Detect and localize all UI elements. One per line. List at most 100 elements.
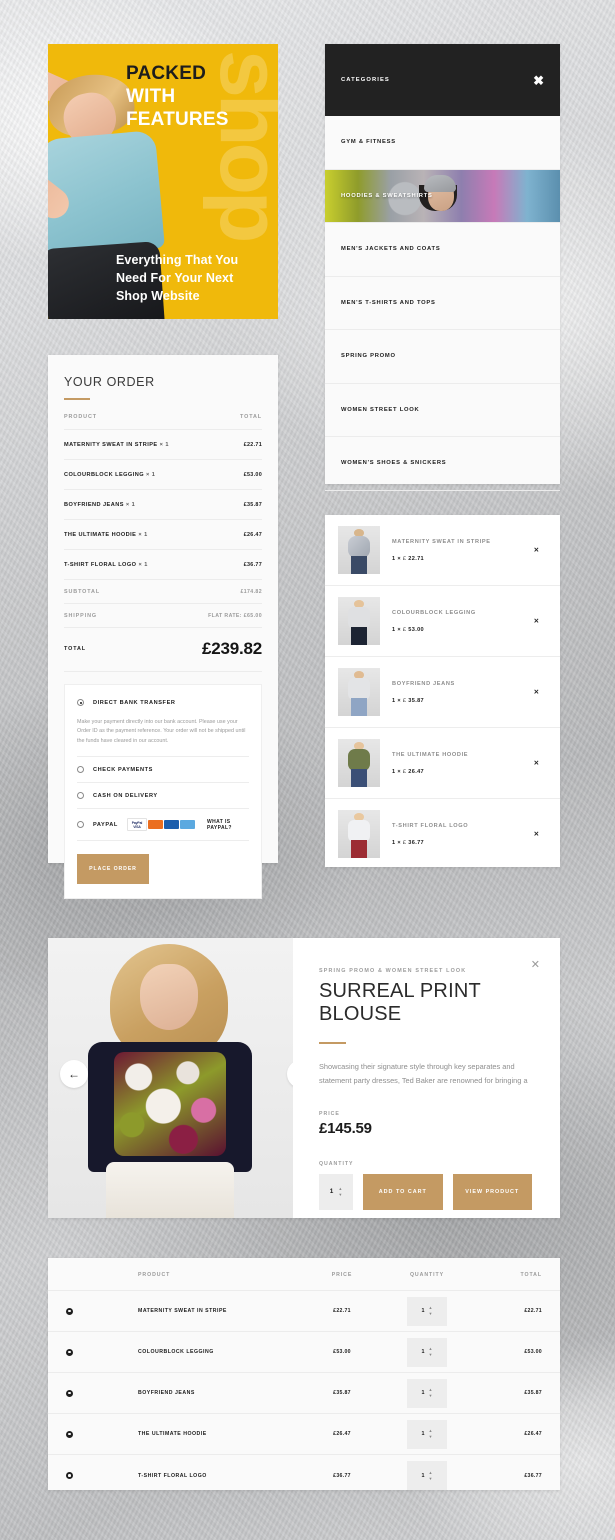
mini-cart-item-info: COLOURBLOCK LEGGING 1 × £ 53.00 xyxy=(390,610,524,633)
place-order-button[interactable]: PLACE ORDER xyxy=(77,854,149,885)
row-quantity-stepper[interactable]: 1 ▲ ▼ xyxy=(407,1296,447,1326)
hero-headline: PACKED WITH FEATURES xyxy=(126,62,266,132)
radio-check-payments[interactable] xyxy=(77,766,84,774)
row-quantity-spinner-icon[interactable]: ▲ ▼ xyxy=(429,1306,433,1316)
hero-line-3: FEATURES xyxy=(126,109,229,131)
remove-item-icon[interactable]: ✕ xyxy=(534,759,547,767)
category-item[interactable]: SPRING PROMO xyxy=(325,330,560,384)
slider-prev-arrow-icon[interactable]: ← xyxy=(60,1060,88,1088)
category-item[interactable]: MEN'S T-SHIRTS AND TOPS xyxy=(325,277,560,330)
order-shipping-row: SHIPPING FLAT RATE: £65.00 xyxy=(64,604,262,628)
payment-option-cod[interactable]: CASH ON DELIVERY xyxy=(77,783,249,810)
mini-cart-item: MATERNITY SWEAT IN STRIPE 1 × £ 22.71 ✕ xyxy=(325,515,560,586)
category-item[interactable]: HOODIES & SWEATSHIRTS xyxy=(325,169,560,223)
category-item[interactable]: GYM & FITNESS xyxy=(325,116,560,170)
mini-cart-item: THE ULTIMATE HOODIE 1 × £ 26.47 ✕ xyxy=(325,728,560,799)
payment-option-check[interactable]: CHECK PAYMENTS xyxy=(77,757,249,784)
mini-cart-item-qty: 1 × xyxy=(392,555,401,562)
row-quantity-cell: 1 ▲ ▼ xyxy=(388,1337,466,1367)
remove-row-icon[interactable] xyxy=(66,1348,73,1356)
order-item-name: T-SHIRT FLORAL LOGO × 1 xyxy=(64,562,148,568)
cart-col-quantity: QUANTITY xyxy=(409,1272,445,1278)
row-quantity-spinner-icon[interactable]: ▲ ▼ xyxy=(429,1388,433,1398)
mini-cart-item: COLOURBLOCK LEGGING 1 × £ 53.00 ✕ xyxy=(325,586,560,657)
categories-header: CATEGORIES ✖ xyxy=(325,44,560,116)
mini-cart-item-price: 1 × £ 35.87 xyxy=(392,698,524,704)
mini-cart-item-price: 1 × £ 36.77 xyxy=(392,840,524,846)
category-item[interactable]: WOMEN STREET LOOK xyxy=(325,384,560,437)
row-quantity-cell: 1 ▲ ▼ xyxy=(388,1378,466,1408)
what-is-paypal-link[interactable]: WHAT IS PAYPAL? xyxy=(207,819,249,831)
mastercard-badge-icon xyxy=(147,820,163,830)
remove-item-icon[interactable]: ✕ xyxy=(534,546,547,554)
row-product-name: BOYFRIEND JEANS xyxy=(138,1390,195,1396)
quantity-stepper[interactable]: 1 ▲ ▼ xyxy=(319,1173,354,1210)
close-icon[interactable]: ✖ xyxy=(533,74,544,87)
mini-cart-item-qty: 1 × xyxy=(392,697,401,704)
product-breadcrumb: SPRING PROMO & WOMEN STREET LOOK xyxy=(319,968,467,974)
row-quantity-value: 1 xyxy=(421,1472,425,1479)
hero-banner: shop PACKED WITH FEATURES Everything Tha… xyxy=(48,44,278,319)
amex-badge-icon xyxy=(179,820,195,830)
payment-option-bank-transfer[interactable]: DIRECT BANK TRANSFER xyxy=(77,697,249,715)
mini-cart-item-info: T-SHIRT FLORAL LOGO 1 × £ 36.77 xyxy=(390,823,524,846)
price-label: PRICE xyxy=(319,1110,340,1117)
row-quantity-stepper[interactable]: 1 ▲ ▼ xyxy=(407,1461,447,1490)
mini-cart-panel: MATERNITY SWEAT IN STRIPE 1 × £ 22.71 ✕ COL… xyxy=(325,515,560,867)
shipping-value: FLAT RATE: £65.00 xyxy=(208,613,262,619)
row-product-name: MATERNITY SWEAT IN STRIPE xyxy=(138,1308,227,1314)
radio-paypal[interactable] xyxy=(77,821,84,829)
bank-transfer-label: DIRECT BANK TRANSFER xyxy=(93,699,176,706)
quickview-close-icon[interactable]: ✕ xyxy=(531,958,540,971)
row-price: £35.87 xyxy=(333,1390,351,1396)
quantity-value: 1 xyxy=(329,1188,334,1196)
order-item-name: THE ULTIMATE HOODIE × 1 xyxy=(64,532,148,538)
quantity-spinner-icon[interactable]: ▲ ▼ xyxy=(338,1186,342,1197)
order-title-rule xyxy=(64,398,90,400)
row-price: £26.47 xyxy=(333,1431,351,1437)
row-quantity-stepper[interactable]: 1 ▲ ▼ xyxy=(407,1378,447,1408)
radio-bank-transfer[interactable] xyxy=(77,699,84,706)
payment-option-paypal[interactable]: PAYPAL PayPal VISA WHAT IS PAYPAL? xyxy=(77,809,249,842)
row-product-name: THE ULTIMATE HOODIE xyxy=(138,1431,207,1437)
row-quantity-value: 1 xyxy=(421,1349,425,1355)
order-item-qty: × 1 xyxy=(136,562,148,568)
order-item-row: MATERNITY SWEAT IN STRIPE × 1 £22.71 xyxy=(64,430,262,460)
row-quantity-spinner-icon[interactable]: ▲ ▼ xyxy=(429,1470,433,1481)
mini-cart-item-amount: 22.71 xyxy=(408,555,425,562)
remove-item-icon[interactable]: ✕ xyxy=(534,617,547,625)
currency-symbol: £ xyxy=(402,697,407,704)
order-subtotal-row: SUBTOTAL £174.82 xyxy=(64,580,262,604)
remove-item-icon[interactable]: ✕ xyxy=(534,830,547,838)
remove-row-icon[interactable] xyxy=(66,1472,73,1479)
order-item-name: BOYFRIEND JEANS × 1 xyxy=(64,502,136,508)
view-product-button[interactable]: VIEW PRODUCT xyxy=(452,1173,532,1210)
row-quantity-stepper[interactable]: 1 ▲ ▼ xyxy=(407,1419,447,1449)
row-quantity-spinner-icon[interactable]: ▲ ▼ xyxy=(429,1347,433,1357)
category-item[interactable]: WOMEN'S SHOES & SNICKERS xyxy=(325,437,560,491)
category-label: HOODIES & SWEATSHIRTS xyxy=(341,192,433,199)
row-quantity-value: 1 xyxy=(421,1431,425,1437)
paypal-badge-icon: PayPal VISA xyxy=(126,818,147,832)
remove-row-cell xyxy=(66,1389,88,1397)
remove-item-icon[interactable]: ✕ xyxy=(534,688,547,696)
order-item-qty: × 1 xyxy=(144,472,156,478)
mini-cart-item: BOYFRIEND JEANS 1 × £ 35.87 ✕ xyxy=(325,657,560,728)
remove-row-icon[interactable] xyxy=(66,1430,73,1438)
row-total: £26.47 xyxy=(524,1431,542,1437)
radio-cash-on-delivery[interactable] xyxy=(77,792,84,800)
row-quantity-stepper[interactable]: 1 ▲ ▼ xyxy=(407,1337,447,1367)
remove-row-icon[interactable] xyxy=(66,1389,73,1397)
row-quantity-value: 1 xyxy=(421,1308,425,1314)
add-to-cart-button[interactable]: ADD TO CART xyxy=(363,1173,443,1210)
cart-col-product: PRODUCT xyxy=(138,1272,171,1278)
order-item-qty: × 1 xyxy=(157,442,169,448)
row-product-name: COLOURBLOCK LEGGING xyxy=(138,1349,214,1355)
product-title: SURREAL PRINT BLOUSE xyxy=(319,980,481,1025)
order-item-row: COLOURBLOCK LEGGING × 1 £53.00 xyxy=(64,460,262,490)
check-payments-label: CHECK PAYMENTS xyxy=(93,766,153,773)
row-quantity-spinner-icon[interactable]: ▲ ▼ xyxy=(429,1429,433,1439)
row-quantity-value: 1 xyxy=(421,1390,425,1396)
remove-row-icon[interactable] xyxy=(66,1307,73,1315)
category-item[interactable]: MEN'S JACKETS AND COATS xyxy=(325,223,560,277)
